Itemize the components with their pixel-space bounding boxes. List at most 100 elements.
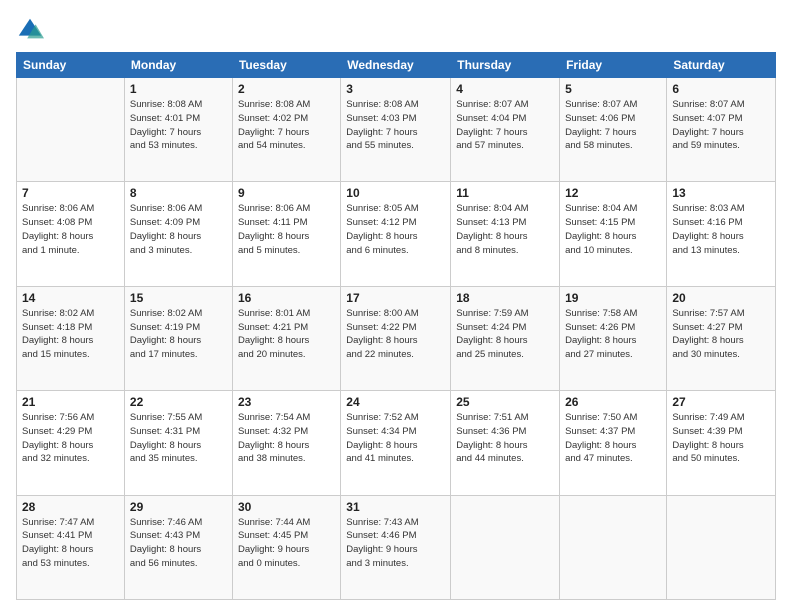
calendar-week-row: 28Sunrise: 7:47 AM Sunset: 4:41 PM Dayli… (17, 495, 776, 599)
day-number: 23 (238, 395, 335, 409)
day-info: Sunrise: 8:07 AM Sunset: 4:04 PM Dayligh… (456, 98, 554, 153)
day-number: 9 (238, 186, 335, 200)
calendar-table: SundayMondayTuesdayWednesdayThursdayFrid… (16, 52, 776, 600)
calendar-cell: 5 Sunrise: 8:07 AM Sunset: 4:06 PM Daylig… (560, 78, 667, 182)
day-info: Sunrise: 8:06 AM Sunset: 4:09 PM Dayligh… (130, 202, 227, 257)
calendar-cell: 26 Sunrise: 7:50 AM Sunset: 4:37 PM Dayli… (560, 391, 667, 495)
day-number: 15 (130, 291, 227, 305)
day-number: 5 (565, 82, 661, 96)
day-info: Sunrise: 8:06 AM Sunset: 4:11 PM Dayligh… (238, 202, 335, 257)
day-number: 10 (346, 186, 445, 200)
day-info: Sunrise: 7:59 AM Sunset: 4:24 PM Dayligh… (456, 307, 554, 362)
day-number: 31 (346, 500, 445, 514)
day-number: 6 (672, 82, 770, 96)
day-number: 16 (238, 291, 335, 305)
calendar-cell (560, 495, 667, 599)
day-info: Sunrise: 7:56 AM Sunset: 4:29 PM Dayligh… (22, 411, 119, 466)
day-info: Sunrise: 8:07 AM Sunset: 4:07 PM Dayligh… (672, 98, 770, 153)
header (16, 12, 776, 44)
calendar-cell: 7 Sunrise: 8:06 AM Sunset: 4:08 PM Daylig… (17, 182, 125, 286)
col-header-sunday: Sunday (17, 53, 125, 78)
day-number: 17 (346, 291, 445, 305)
day-number: 13 (672, 186, 770, 200)
day-number: 28 (22, 500, 119, 514)
day-number: 1 (130, 82, 227, 96)
calendar-cell: 24 Sunrise: 7:52 AM Sunset: 4:34 PM Dayli… (341, 391, 451, 495)
page: SundayMondayTuesdayWednesdayThursdayFrid… (0, 0, 792, 612)
day-number: 4 (456, 82, 554, 96)
calendar-cell: 12 Sunrise: 8:04 AM Sunset: 4:15 PM Dayli… (560, 182, 667, 286)
day-info: Sunrise: 7:55 AM Sunset: 4:31 PM Dayligh… (130, 411, 227, 466)
day-number: 3 (346, 82, 445, 96)
calendar-cell: 9 Sunrise: 8:06 AM Sunset: 4:11 PM Daylig… (232, 182, 340, 286)
calendar-cell: 30 Sunrise: 7:44 AM Sunset: 4:45 PM Dayli… (232, 495, 340, 599)
day-info: Sunrise: 8:00 AM Sunset: 4:22 PM Dayligh… (346, 307, 445, 362)
day-number: 19 (565, 291, 661, 305)
calendar-cell: 13 Sunrise: 8:03 AM Sunset: 4:16 PM Dayli… (667, 182, 776, 286)
calendar-cell: 28Sunrise: 7:47 AM Sunset: 4:41 PM Dayli… (17, 495, 125, 599)
calendar-week-row: 1 Sunrise: 8:08 AM Sunset: 4:01 PM Daylig… (17, 78, 776, 182)
day-number: 22 (130, 395, 227, 409)
day-info: Sunrise: 8:04 AM Sunset: 4:13 PM Dayligh… (456, 202, 554, 257)
day-info: Sunrise: 8:01 AM Sunset: 4:21 PM Dayligh… (238, 307, 335, 362)
day-number: 26 (565, 395, 661, 409)
col-header-tuesday: Tuesday (232, 53, 340, 78)
calendar-cell: 16 Sunrise: 8:01 AM Sunset: 4:21 PM Dayli… (232, 286, 340, 390)
calendar-cell: 22 Sunrise: 7:55 AM Sunset: 4:31 PM Dayli… (124, 391, 232, 495)
day-info: Sunrise: 7:50 AM Sunset: 4:37 PM Dayligh… (565, 411, 661, 466)
calendar-cell: 4 Sunrise: 8:07 AM Sunset: 4:04 PM Daylig… (451, 78, 560, 182)
calendar-cell: 19Sunrise: 7:58 AM Sunset: 4:26 PM Dayli… (560, 286, 667, 390)
day-info: Sunrise: 8:08 AM Sunset: 4:02 PM Dayligh… (238, 98, 335, 153)
day-number: 21 (22, 395, 119, 409)
calendar-week-row: 21 Sunrise: 7:56 AM Sunset: 4:29 PM Dayli… (17, 391, 776, 495)
day-info: Sunrise: 8:02 AM Sunset: 4:18 PM Dayligh… (22, 307, 119, 362)
day-number: 24 (346, 395, 445, 409)
calendar-cell: 29 Sunrise: 7:46 AM Sunset: 4:43 PM Dayli… (124, 495, 232, 599)
calendar-cell: 11 Sunrise: 8:04 AM Sunset: 4:13 PM Dayli… (451, 182, 560, 286)
day-info: Sunrise: 7:51 AM Sunset: 4:36 PM Dayligh… (456, 411, 554, 466)
day-info: Sunrise: 8:08 AM Sunset: 4:01 PM Dayligh… (130, 98, 227, 153)
logo (16, 16, 48, 44)
calendar-cell: 27Sunrise: 7:49 AM Sunset: 4:39 PM Dayli… (667, 391, 776, 495)
calendar-cell: 18Sunrise: 7:59 AM Sunset: 4:24 PM Dayli… (451, 286, 560, 390)
calendar-cell: 2Sunrise: 8:08 AM Sunset: 4:02 PM Daylig… (232, 78, 340, 182)
col-header-monday: Monday (124, 53, 232, 78)
calendar-cell (17, 78, 125, 182)
day-info: Sunrise: 8:08 AM Sunset: 4:03 PM Dayligh… (346, 98, 445, 153)
calendar-week-row: 14 Sunrise: 8:02 AM Sunset: 4:18 PM Dayli… (17, 286, 776, 390)
day-info: Sunrise: 7:43 AM Sunset: 4:46 PM Dayligh… (346, 516, 445, 571)
calendar-header-row: SundayMondayTuesdayWednesdayThursdayFrid… (17, 53, 776, 78)
day-number: 30 (238, 500, 335, 514)
day-number: 27 (672, 395, 770, 409)
calendar-cell: 3 Sunrise: 8:08 AM Sunset: 4:03 PM Daylig… (341, 78, 451, 182)
day-info: Sunrise: 8:05 AM Sunset: 4:12 PM Dayligh… (346, 202, 445, 257)
col-header-thursday: Thursday (451, 53, 560, 78)
day-number: 8 (130, 186, 227, 200)
calendar-cell: 21 Sunrise: 7:56 AM Sunset: 4:29 PM Dayli… (17, 391, 125, 495)
day-info: Sunrise: 8:02 AM Sunset: 4:19 PM Dayligh… (130, 307, 227, 362)
col-header-wednesday: Wednesday (341, 53, 451, 78)
day-info: Sunrise: 8:06 AM Sunset: 4:08 PM Dayligh… (22, 202, 119, 257)
calendar-cell (667, 495, 776, 599)
calendar-cell: 8 Sunrise: 8:06 AM Sunset: 4:09 PM Daylig… (124, 182, 232, 286)
day-number: 7 (22, 186, 119, 200)
calendar-cell: 17 Sunrise: 8:00 AM Sunset: 4:22 PM Dayli… (341, 286, 451, 390)
calendar-cell: 14 Sunrise: 8:02 AM Sunset: 4:18 PM Dayli… (17, 286, 125, 390)
calendar-cell: 23Sunrise: 7:54 AM Sunset: 4:32 PM Dayli… (232, 391, 340, 495)
day-info: Sunrise: 7:57 AM Sunset: 4:27 PM Dayligh… (672, 307, 770, 362)
day-info: Sunrise: 7:52 AM Sunset: 4:34 PM Dayligh… (346, 411, 445, 466)
day-number: 20 (672, 291, 770, 305)
day-info: Sunrise: 7:44 AM Sunset: 4:45 PM Dayligh… (238, 516, 335, 571)
calendar-cell: 10 Sunrise: 8:05 AM Sunset: 4:12 PM Dayli… (341, 182, 451, 286)
day-info: Sunrise: 8:07 AM Sunset: 4:06 PM Dayligh… (565, 98, 661, 153)
day-number: 14 (22, 291, 119, 305)
calendar-week-row: 7 Sunrise: 8:06 AM Sunset: 4:08 PM Daylig… (17, 182, 776, 286)
col-header-saturday: Saturday (667, 53, 776, 78)
day-info: Sunrise: 8:03 AM Sunset: 4:16 PM Dayligh… (672, 202, 770, 257)
day-number: 25 (456, 395, 554, 409)
day-info: Sunrise: 7:46 AM Sunset: 4:43 PM Dayligh… (130, 516, 227, 571)
day-number: 29 (130, 500, 227, 514)
day-number: 12 (565, 186, 661, 200)
day-number: 11 (456, 186, 554, 200)
day-info: Sunrise: 8:04 AM Sunset: 4:15 PM Dayligh… (565, 202, 661, 257)
